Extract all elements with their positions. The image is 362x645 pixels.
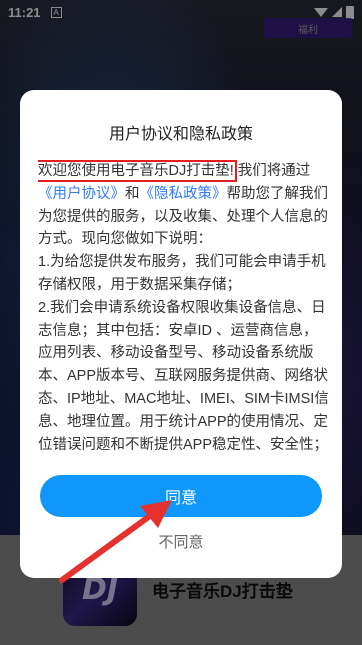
policy-item-1: 1.为给您提供发布服务，我们可能会申请手机存储权限，用于数据采集存储； <box>38 254 326 293</box>
user-agreement-link[interactable]: 《用户协议》 <box>38 186 125 202</box>
dialog-title: 用户协议和隐私政策 <box>108 126 253 143</box>
privacy-dialog: 用户协议和隐私政策 欢迎您使用电子音乐DJ打击垫! 我们将通过《用户协议》和《隐… <box>20 90 342 578</box>
disagree-button[interactable]: 不同意 <box>20 531 342 552</box>
intro-text-1: 我们将通过 <box>237 163 311 179</box>
and-text: 和 <box>125 185 140 202</box>
privacy-policy-link[interactable]: 《隐私政策》 <box>140 186 227 202</box>
welcome-highlight: 欢迎您使用电子音乐DJ打击垫! <box>38 160 237 182</box>
agree-button[interactable]: 同意 <box>40 475 322 517</box>
policy-item-2: 2.我们会申请系统设备权限收集设备信息、日志信息；其中包括：安卓ID 、运营商信… <box>38 299 329 453</box>
dialog-body[interactable]: 欢迎您使用电子音乐DJ打击垫! 我们将通过《用户协议》和《隐私政策》帮助您了解我… <box>38 160 330 470</box>
